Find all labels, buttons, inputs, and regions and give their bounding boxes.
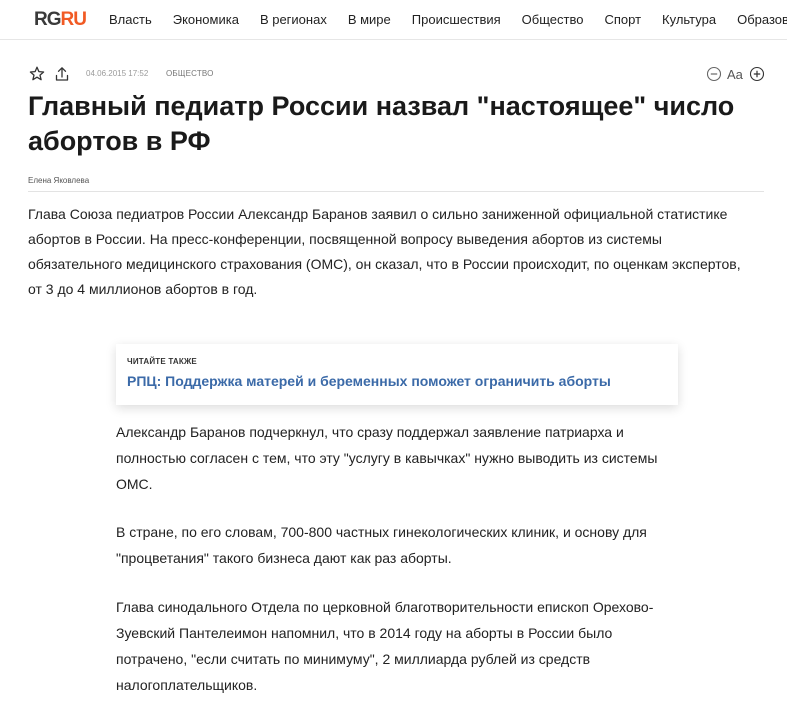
rubric-link[interactable]: ОБЩЕСТВО: [166, 69, 214, 78]
top-navigation: RGRU Власть Экономика В регионах В мире Прои…: [0, 0, 787, 40]
nav-item-society[interactable]: Общество: [522, 12, 584, 28]
logo-ru: RU: [60, 9, 87, 30]
logo-rg: RG: [34, 9, 61, 30]
publish-date: 04.06.2015 17:52: [86, 69, 149, 78]
divider: [28, 191, 764, 192]
nav-item-education[interactable]: Образование: [737, 12, 787, 28]
nav-item-regions[interactable]: В регионах: [260, 12, 327, 28]
share-icon[interactable]: [53, 65, 71, 83]
article-lead: Глава Союза педиатров России Александр Б…: [28, 206, 741, 297]
author-link[interactable]: Елена Яковлева: [28, 176, 89, 185]
nav-item-vlast[interactable]: Власть: [109, 12, 152, 28]
nav-item-culture[interactable]: Культура: [662, 12, 716, 28]
nav-item-incidents[interactable]: Происшествия: [412, 12, 501, 28]
nav-item-world[interactable]: В мире: [348, 12, 391, 28]
article-title: Главный педиатр России назвал "настоящее…: [28, 91, 735, 156]
font-decrease-icon[interactable]: [706, 66, 722, 87]
read-also-link[interactable]: РПЦ: Поддержка матерей и беременных помо…: [127, 373, 611, 389]
body-paragraph-2: В стране, по его словам, 700-800 частных…: [116, 524, 647, 566]
site-logo[interactable]: RGRU: [34, 9, 87, 31]
article-toolbar: 04.06.2015 17:52 ОБЩЕСТВО Aa: [28, 64, 768, 86]
read-also-card: ЧИТАЙТЕ ТАКЖЕ РПЦ: Поддержка матерей и б…: [116, 344, 678, 405]
font-size-label: Aa: [727, 67, 743, 82]
read-also-label: ЧИТАЙТЕ ТАКЖЕ: [127, 357, 197, 366]
nav-item-sport[interactable]: Спорт: [604, 12, 641, 28]
body-paragraph-1: Александр Баранов подчеркнул, что сразу …: [116, 424, 658, 492]
nav-menu: Власть Экономика В регионах В мире Происшест…: [109, 12, 787, 28]
body-paragraph-3: Глава синодального Отдела по церковной б…: [116, 599, 654, 693]
font-increase-icon[interactable]: [749, 66, 765, 87]
nav-item-economy[interactable]: Экономика: [173, 12, 239, 28]
star-icon[interactable]: [28, 65, 46, 83]
